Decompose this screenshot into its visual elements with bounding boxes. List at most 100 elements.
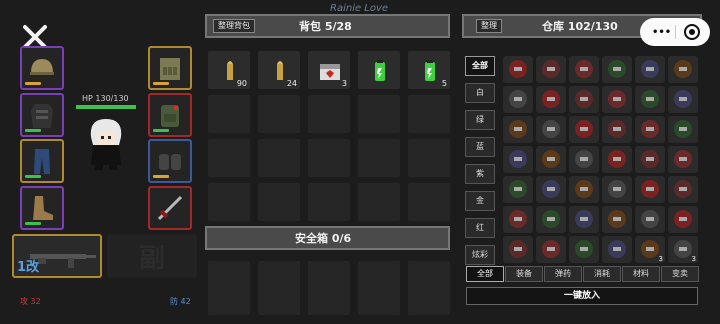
warehouse-cell[interactable] <box>668 176 698 203</box>
helmet-icon <box>30 59 54 75</box>
warehouse-cell[interactable] <box>503 176 533 203</box>
rarity-filter-0[interactable]: 全部 <box>465 56 495 76</box>
warehouse-cell[interactable] <box>503 56 533 83</box>
rarity-filter-7[interactable]: 炫彩 <box>465 245 495 265</box>
warehouse-cell[interactable] <box>503 146 533 173</box>
rarity-filter-2[interactable]: 绿 <box>465 110 495 130</box>
safe-box-cell[interactable] <box>207 260 251 316</box>
warehouse-cell[interactable] <box>569 56 599 83</box>
primary-weapon-slot[interactable]: 1改 <box>12 234 102 278</box>
quick-put-button[interactable]: 一键放入 <box>466 287 698 305</box>
backpack-cell[interactable] <box>307 94 351 134</box>
backpack-cell[interactable]: 3 <box>307 50 351 90</box>
boots-slot[interactable] <box>20 186 64 230</box>
tab-0[interactable]: 全部 <box>466 266 504 282</box>
warehouse-cell[interactable] <box>602 56 632 83</box>
rarity-filter-1[interactable]: 白 <box>465 83 495 103</box>
backpack-cell[interactable]: 90 <box>207 50 251 90</box>
warehouse-cell[interactable]: 3 <box>668 236 698 263</box>
warehouse-cell[interactable] <box>602 116 632 143</box>
warehouse-cell[interactable] <box>668 146 698 173</box>
warehouse-cell[interactable] <box>569 176 599 203</box>
warehouse-cell[interactable] <box>536 176 566 203</box>
warehouse-cell[interactable] <box>668 86 698 113</box>
backpack-cell[interactable] <box>357 138 401 178</box>
warehouse-cell[interactable] <box>503 206 533 233</box>
backpack-slot[interactable] <box>148 93 192 137</box>
warehouse-cell[interactable] <box>503 116 533 143</box>
warehouse-cell[interactable] <box>503 236 533 263</box>
backpack-cell[interactable] <box>207 182 251 222</box>
backpack-cell[interactable] <box>207 138 251 178</box>
warehouse-cell[interactable] <box>536 236 566 263</box>
pants-slot[interactable] <box>20 139 64 183</box>
warehouse-cell[interactable] <box>536 116 566 143</box>
secondary-weapon-slot[interactable]: 副 <box>107 234 197 278</box>
gloves-slot[interactable] <box>148 139 192 183</box>
backpack-cell[interactable] <box>207 94 251 134</box>
warehouse-cell[interactable] <box>536 56 566 83</box>
warehouse-cell[interactable] <box>569 86 599 113</box>
warehouse-cell[interactable] <box>602 206 632 233</box>
backpack-cell[interactable] <box>307 182 351 222</box>
rarity-filter-5[interactable]: 金 <box>465 191 495 211</box>
warehouse-cell[interactable] <box>536 206 566 233</box>
warehouse-cell[interactable] <box>536 86 566 113</box>
warehouse-cell[interactable] <box>503 86 533 113</box>
body-armor-slot[interactable] <box>20 93 64 137</box>
warehouse-cell[interactable] <box>668 56 698 83</box>
melee-slot[interactable] <box>148 186 192 230</box>
warehouse-cell[interactable] <box>635 206 665 233</box>
warehouse-cell[interactable] <box>569 146 599 173</box>
backpack-cell[interactable] <box>407 94 451 134</box>
vest-slot[interactable] <box>148 46 192 90</box>
backpack-cell[interactable]: 24 <box>257 50 301 90</box>
safe-box-cell[interactable] <box>357 260 401 316</box>
close-capsule-icon[interactable] <box>684 24 700 40</box>
tab-5[interactable]: 变卖 <box>661 266 699 282</box>
warehouse-cell[interactable] <box>536 146 566 173</box>
warehouse-cell[interactable] <box>635 146 665 173</box>
rarity-filter-6[interactable]: 红 <box>465 218 495 238</box>
warehouse-cell[interactable] <box>602 236 632 263</box>
tab-4[interactable]: 材料 <box>622 266 660 282</box>
backpack-cell[interactable] <box>257 138 301 178</box>
warehouse-cell[interactable] <box>602 176 632 203</box>
warehouse-cell[interactable] <box>569 206 599 233</box>
warehouse-cell[interactable] <box>635 86 665 113</box>
warehouse-cell[interactable] <box>668 206 698 233</box>
tab-3[interactable]: 消耗 <box>583 266 621 282</box>
sort-backpack-button[interactable]: 整理背包 <box>213 19 255 33</box>
backpack-cell[interactable] <box>407 138 451 178</box>
warehouse-cell[interactable] <box>635 176 665 203</box>
warehouse-cell[interactable] <box>635 56 665 83</box>
tab-2[interactable]: 弹药 <box>544 266 582 282</box>
warehouse-cell[interactable] <box>602 86 632 113</box>
rarity-filter-3[interactable]: 蓝 <box>465 137 495 157</box>
backpack-cell[interactable] <box>257 94 301 134</box>
backpack-cell[interactable] <box>307 138 351 178</box>
warehouse-cell[interactable] <box>668 116 698 143</box>
warehouse-cell[interactable] <box>635 116 665 143</box>
backpack-cell[interactable] <box>357 182 401 222</box>
miniprogram-capsule: ••• <box>640 18 710 46</box>
warehouse-item-icon <box>674 210 692 228</box>
rarity-filter-4[interactable]: 紫 <box>465 164 495 184</box>
warehouse-cell[interactable] <box>569 116 599 143</box>
safe-box-cell[interactable] <box>257 260 301 316</box>
backpack-cell[interactable] <box>357 50 401 90</box>
warehouse-cell[interactable]: 3 <box>635 236 665 263</box>
sort-warehouse-button[interactable]: 整理 <box>476 19 502 33</box>
warehouse-cell[interactable] <box>602 146 632 173</box>
backpack-cell[interactable]: 5 <box>407 50 451 90</box>
backpack-cell[interactable] <box>257 182 301 222</box>
backpack-cell[interactable] <box>407 182 451 222</box>
warehouse-item-icon <box>608 90 626 108</box>
safe-box-cell[interactable] <box>307 260 351 316</box>
warehouse-cell[interactable] <box>569 236 599 263</box>
safe-box-cell[interactable] <box>407 260 451 316</box>
helmet-slot[interactable] <box>20 46 64 90</box>
more-icon[interactable]: ••• <box>652 27 671 38</box>
tab-1[interactable]: 装备 <box>505 266 543 282</box>
backpack-cell[interactable] <box>357 94 401 134</box>
